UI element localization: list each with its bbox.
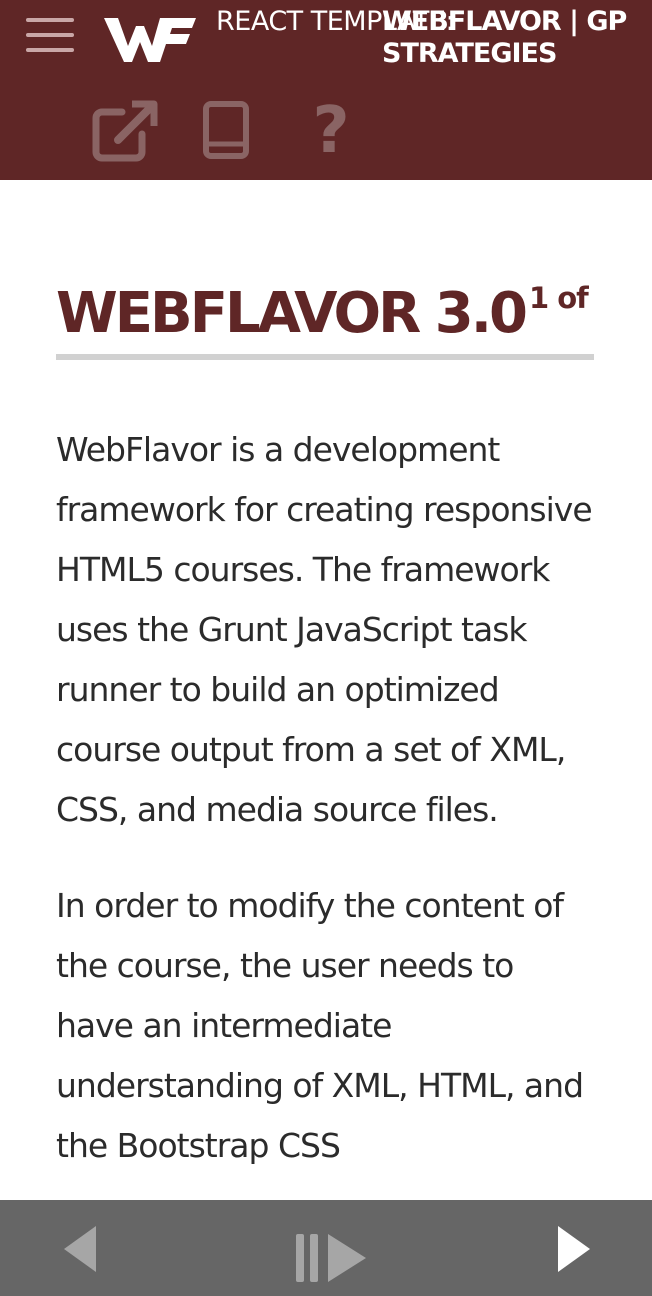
play-pause-icon	[296, 1234, 366, 1282]
course-title: WEBFLAVOR | GP STRATEGIES	[382, 6, 627, 69]
webflavor-logo	[102, 12, 198, 66]
page-title: WEBFLAVOR 3.01 of 6	[56, 264, 596, 360]
body-paragraph-2: In order to modify the content of the co…	[56, 886, 584, 1165]
external-link-icon[interactable]	[92, 100, 158, 162]
main-content: WEBFLAVOR 3.01 of 6 WebFlavor is a devel…	[56, 180, 596, 1200]
menu-icon	[26, 18, 74, 22]
previous-icon	[64, 1226, 96, 1272]
body-paragraph-1: WebFlavor is a development framework for…	[56, 430, 593, 829]
page-count: 1 of 6	[528, 281, 596, 315]
app-page: REACT TEMPLATE: WEBFLAVOR | GP STRATEGIE…	[0, 0, 652, 1296]
next-button[interactable]	[554, 1224, 594, 1274]
menu-button[interactable]	[26, 18, 76, 60]
footer-nav	[0, 1200, 652, 1296]
book-icon[interactable]	[194, 100, 260, 162]
page-title-text: WEBFLAVOR 3.0	[56, 281, 528, 346]
help-icon[interactable]: ?	[298, 99, 364, 163]
play-pause-button[interactable]	[292, 1230, 370, 1286]
next-icon	[558, 1226, 590, 1272]
previous-button[interactable]	[60, 1224, 100, 1274]
header-bar: REACT TEMPLATE: WEBFLAVOR | GP STRATEGIE…	[0, 0, 652, 180]
